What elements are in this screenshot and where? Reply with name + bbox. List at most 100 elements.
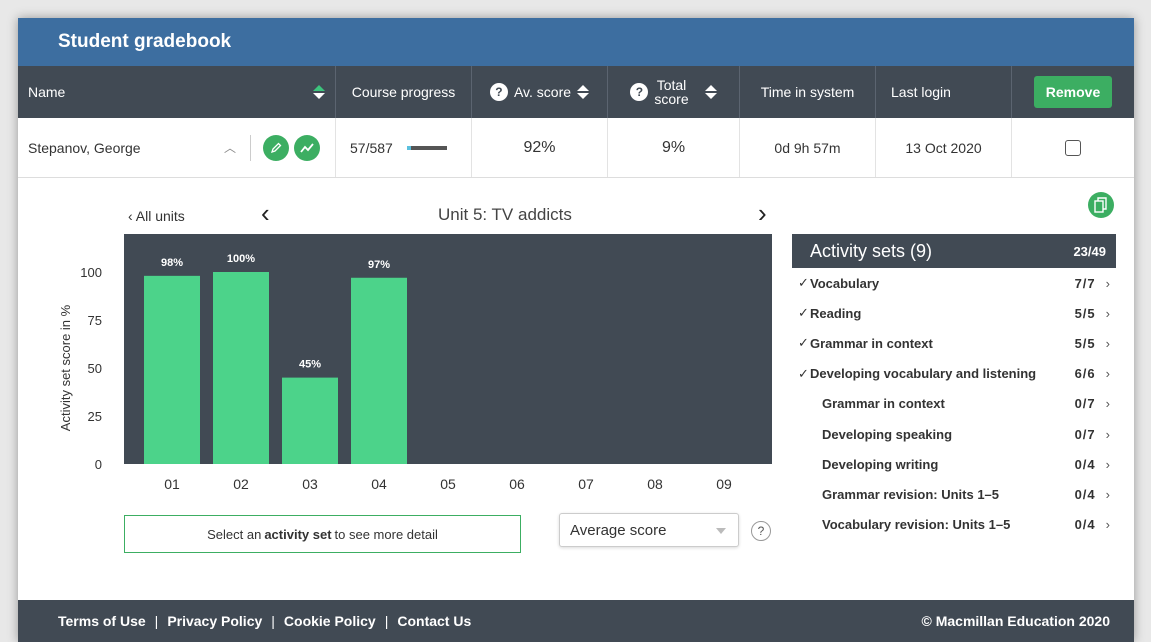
footer-link[interactable]: Contact Us bbox=[397, 613, 471, 629]
footer-link[interactable]: Terms of Use bbox=[58, 613, 146, 629]
activity-sets-header: Activity sets (9) 23/49 bbox=[792, 234, 1116, 268]
header-remove: Remove bbox=[1012, 66, 1134, 118]
score-chart: 0 25 50 75 100 Activity set score in % 98% 01 10… bbox=[58, 234, 798, 506]
check-icon: ✓ bbox=[798, 305, 809, 321]
footer-link[interactable]: Privacy Policy bbox=[167, 613, 262, 629]
copy-icon[interactable] bbox=[1088, 192, 1114, 218]
activity-set-item[interactable]: Developing speaking 0/7 › bbox=[792, 419, 1116, 449]
bar-value-label: 97% bbox=[368, 259, 390, 271]
activity-set-score: 7/7 bbox=[1074, 275, 1096, 291]
gradebook-window: Student gradebook Name Course progress ?… bbox=[18, 18, 1134, 642]
x-tick-label: 06 bbox=[509, 476, 525, 492]
help-icon[interactable]: ? bbox=[751, 521, 771, 541]
progress-bar bbox=[406, 145, 447, 150]
sort-icon[interactable] bbox=[577, 85, 590, 99]
activity-set-label: Vocabulary bbox=[810, 275, 880, 291]
activity-set-item[interactable]: ✓ Grammar in context 5/5 › bbox=[792, 328, 1116, 358]
chart-bar bbox=[213, 272, 269, 464]
x-tick-label: 03 bbox=[302, 476, 318, 492]
y-tick-label: 25 bbox=[88, 409, 102, 424]
row-total-score: 9% bbox=[608, 118, 740, 177]
footer-links: Terms of Use | Privacy Policy | Cookie Polic… bbox=[58, 613, 471, 629]
all-units-label: All units bbox=[135, 208, 185, 224]
copyright: © Macmillan Education 2020 bbox=[921, 613, 1111, 629]
score-chart-svg: 0 25 50 75 100 Activity set score in % 98% 01 10… bbox=[58, 234, 772, 492]
activity-set-item[interactable]: Vocabulary revision: Units 1–5 0/4 › bbox=[792, 510, 1116, 540]
chevron-down-icon bbox=[716, 528, 726, 534]
activity-set-label: Grammar in context bbox=[822, 396, 945, 412]
check-icon: ✓ bbox=[798, 365, 809, 381]
chart-bar bbox=[351, 277, 407, 464]
check-icon: ✓ bbox=[798, 275, 809, 291]
header-name[interactable]: Name bbox=[18, 66, 336, 118]
activity-set-score: 5/5 bbox=[1074, 335, 1096, 351]
activity-set-item[interactable]: ✓ Vocabulary 7/7 › bbox=[792, 268, 1116, 298]
hint-text-post: to see more detail bbox=[334, 526, 438, 542]
y-tick-label: 0 bbox=[95, 457, 102, 472]
progress-text: 57/587 bbox=[350, 139, 393, 156]
x-tick-label: 05 bbox=[440, 476, 456, 492]
all-units-link[interactable]: ‹ All units bbox=[128, 208, 185, 224]
bar-value-label: 98% bbox=[161, 257, 183, 269]
activity-set-score: 0/7 bbox=[1074, 426, 1096, 442]
footer-link[interactable]: Cookie Policy bbox=[284, 613, 376, 629]
activity-set-item[interactable]: Developing writing 0/4 › bbox=[792, 449, 1116, 479]
next-unit-chevron-icon[interactable]: › bbox=[758, 198, 767, 229]
activity-sets-list: ✓ Vocabulary 7/7 › ✓ Reading 5/5 › ✓ Grammar in c… bbox=[792, 268, 1116, 540]
help-icon[interactable]: ? bbox=[489, 83, 508, 101]
bar-value-label: 100% bbox=[227, 253, 255, 265]
activity-set-label: Developing vocabulary and listening bbox=[810, 366, 1037, 382]
score-type-select[interactable]: Average score bbox=[559, 513, 739, 547]
check-icon: ✓ bbox=[798, 335, 809, 351]
edit-icon[interactable] bbox=[263, 134, 289, 161]
header-total-line2: score bbox=[654, 91, 689, 107]
activity-set-item[interactable]: Grammar revision: Units 1–5 0/4 › bbox=[792, 479, 1116, 509]
sort-icon[interactable] bbox=[704, 85, 717, 99]
chevron-right-icon: › bbox=[1105, 456, 1110, 472]
header-avg-score[interactable]: ? Av. score bbox=[472, 66, 608, 118]
header-total-score[interactable]: ? Total score bbox=[608, 66, 740, 118]
prev-unit-chevron-icon[interactable]: ‹ bbox=[261, 198, 270, 229]
table-header: Name Course progress ? Av. score ? Total… bbox=[18, 66, 1134, 118]
collapse-icon[interactable]: ︿ bbox=[224, 139, 236, 156]
x-tick-label: 04 bbox=[371, 476, 387, 492]
activity-set-hint: Select an activity set to see more detai… bbox=[124, 515, 521, 553]
activity-set-score: 5/5 bbox=[1074, 305, 1096, 321]
hint-text-bold: activity set bbox=[264, 526, 332, 542]
activity-set-score: 0/4 bbox=[1074, 486, 1096, 502]
activity-set-item[interactable]: ✓ Developing vocabulary and listening 6/6 › bbox=[792, 359, 1116, 389]
progress-chart-icon[interactable] bbox=[294, 134, 320, 161]
remove-checkbox[interactable] bbox=[1065, 139, 1081, 156]
activity-set-score: 6/6 bbox=[1074, 366, 1096, 382]
footer-separator: | bbox=[154, 613, 159, 629]
header-avg-label: Av. score bbox=[513, 84, 572, 100]
header-last-login: Last login bbox=[876, 66, 1012, 118]
sort-icon[interactable] bbox=[313, 85, 325, 99]
chevron-right-icon: › bbox=[1105, 335, 1110, 351]
student-name: Stepanov, George bbox=[28, 139, 141, 156]
hint-text-pre: Select an bbox=[207, 526, 262, 542]
activity-set-label: Developing writing bbox=[822, 456, 939, 472]
activity-set-label: Developing speaking bbox=[822, 426, 953, 442]
remove-button[interactable]: Remove bbox=[1033, 76, 1113, 108]
unit-detail-panel: ‹ All units ‹ Unit 5: TV addicts › 0 25 50… bbox=[18, 178, 1134, 602]
y-axis-label: Activity set score in % bbox=[58, 304, 73, 431]
activity-set-label: Grammar in context bbox=[810, 335, 933, 351]
header-name-label: Name bbox=[28, 84, 66, 100]
footer-separator: | bbox=[271, 613, 275, 629]
activity-set-item[interactable]: ✓ Reading 5/5 › bbox=[792, 298, 1116, 328]
x-tick-label: 01 bbox=[164, 476, 180, 492]
row-last-login: 13 Oct 2020 bbox=[876, 118, 1012, 177]
activity-sets-count: 23/49 bbox=[1073, 243, 1106, 259]
activity-set-item[interactable]: Grammar in context 0/7 › bbox=[792, 389, 1116, 419]
activity-set-label: Reading bbox=[810, 305, 862, 321]
row-time: 0d 9h 57m bbox=[740, 118, 876, 177]
help-icon[interactable]: ? bbox=[630, 83, 649, 101]
header-progress: Course progress bbox=[336, 66, 472, 118]
row-remove-cell bbox=[1012, 118, 1134, 177]
header-total-label: Total score bbox=[654, 78, 688, 106]
chevron-right-icon: › bbox=[1105, 517, 1110, 533]
footer-separator: | bbox=[384, 613, 389, 629]
chevron-right-icon: › bbox=[1105, 486, 1110, 502]
activity-set-label: Vocabulary revision: Units 1–5 bbox=[822, 517, 1011, 533]
